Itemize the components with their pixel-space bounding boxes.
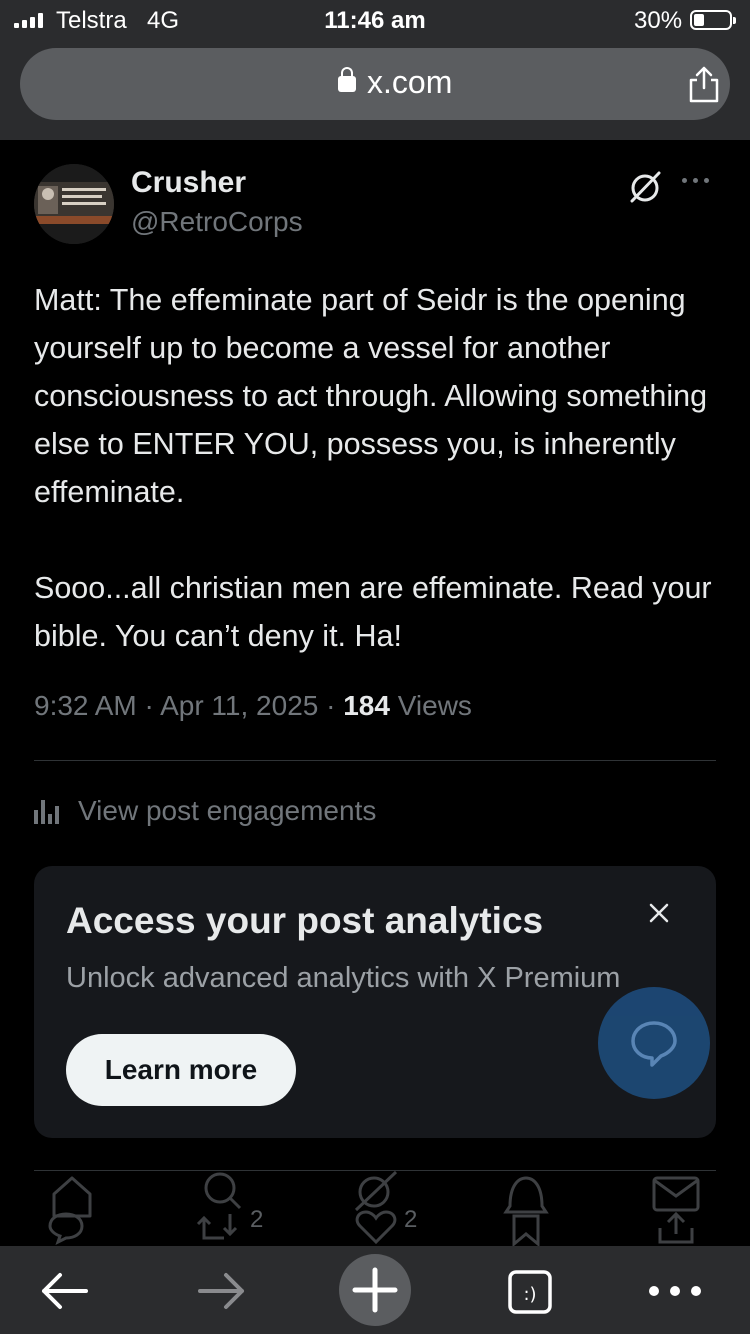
card-subtitle: Unlock advanced analytics with X Premium xyxy=(66,962,621,994)
engagements-label: View post engagements xyxy=(78,795,377,826)
url-text: x.com xyxy=(367,64,453,100)
battery-percent: 30% xyxy=(634,7,683,34)
floating-reply-button[interactable] xyxy=(598,987,710,1099)
lock-icon xyxy=(338,67,356,92)
views-label: Views xyxy=(397,690,472,721)
avatar[interactable] xyxy=(34,164,114,244)
more-options-icon[interactable] xyxy=(682,178,709,183)
battery-fill xyxy=(694,14,705,26)
svg-text::): :) xyxy=(523,1284,536,1305)
plus-icon xyxy=(352,1267,398,1313)
network-type: 4G xyxy=(147,7,180,34)
views-count: 184 xyxy=(343,690,390,721)
author-name[interactable]: Crusher xyxy=(131,166,246,200)
search-retweet-icon[interactable] xyxy=(194,1166,250,1246)
status-bar: Telstra 4G 11:46 am 30% xyxy=(0,0,750,40)
divider xyxy=(34,760,716,761)
meta-separator: · xyxy=(144,690,161,721)
battery-icon xyxy=(690,10,736,30)
like-count: 2 xyxy=(404,1206,418,1233)
back-arrow-icon[interactable] xyxy=(30,1256,100,1326)
post-meta: 9:32 AM · Apr 11, 2025 · 184 Views xyxy=(34,690,472,722)
retweet-count: 2 xyxy=(250,1206,264,1233)
share-icon[interactable] xyxy=(686,64,722,104)
analytics-bars-icon xyxy=(34,798,64,824)
avatar-image xyxy=(34,164,114,244)
notifications-bookmark-icon[interactable] xyxy=(498,1166,554,1246)
card-title: Access your post analytics xyxy=(66,900,544,941)
chat-bubble-icon xyxy=(631,1021,677,1067)
home-icon[interactable] xyxy=(44,1166,100,1246)
browser-toolbar: :) xyxy=(0,1246,750,1334)
carrier-name: Telstra xyxy=(56,7,127,34)
tabs-icon[interactable]: :) xyxy=(496,1256,566,1326)
signal-strength-icon xyxy=(14,12,43,28)
bottom-navigation: 2 2 xyxy=(0,1146,750,1246)
post-time[interactable]: 9:32 AM xyxy=(34,690,137,721)
address-bar[interactable]: x.com xyxy=(20,48,730,120)
learn-more-button[interactable]: Learn more xyxy=(66,1034,296,1106)
more-menu-icon[interactable] xyxy=(640,1256,710,1326)
close-icon[interactable] xyxy=(644,898,674,928)
new-tab-button[interactable] xyxy=(339,1254,411,1326)
post-date[interactable]: Apr 11, 2025 xyxy=(160,690,318,721)
post-text: Matt: The effeminate part of Seidr is th… xyxy=(34,283,712,653)
author-handle[interactable]: @RetroCorps xyxy=(131,206,303,238)
meta-separator: · xyxy=(326,690,344,721)
view-engagements-link[interactable]: View post engagements xyxy=(34,795,376,827)
grok-icon[interactable] xyxy=(626,168,664,206)
grok-like-icon[interactable] xyxy=(348,1166,404,1246)
browser-address-area: x.com xyxy=(0,40,750,140)
messages-share-icon[interactable] xyxy=(648,1166,704,1246)
forward-arrow-icon[interactable] xyxy=(186,1256,256,1326)
